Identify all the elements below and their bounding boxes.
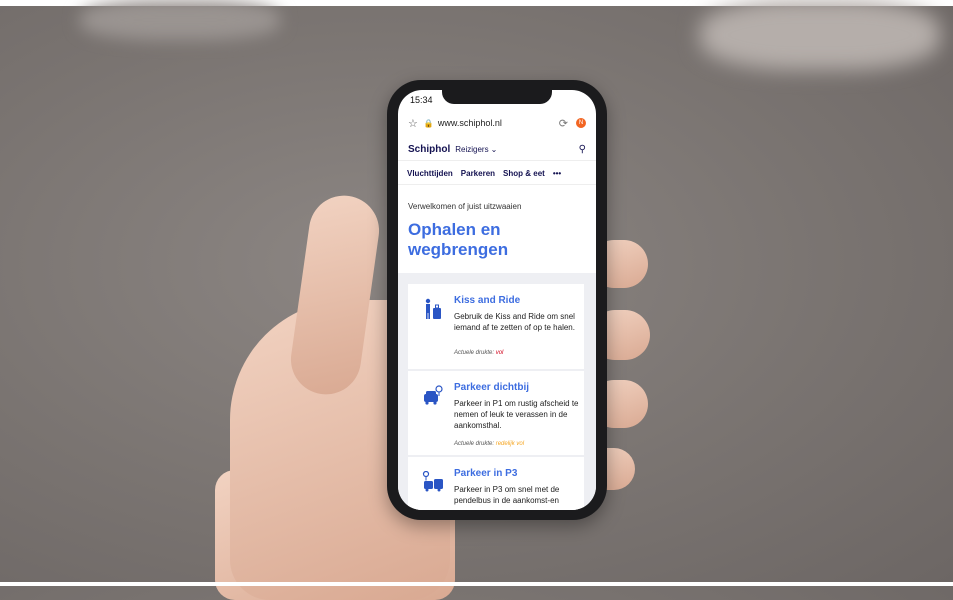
nav-item-vluchttijden[interactable]: Vluchttijden — [407, 169, 453, 178]
nav-more-icon[interactable]: ••• — [553, 169, 561, 178]
reload-icon[interactable]: ⟳ — [559, 117, 568, 130]
phone-notch — [442, 90, 552, 104]
nav-item-parkeren[interactable]: Parkeren — [461, 169, 495, 178]
status-time: 15:34 — [410, 95, 433, 105]
main-nav: Vluchttijden Parkeren Shop & eet ••• — [398, 162, 596, 185]
car-parking-icon — [424, 385, 443, 405]
nav-item-shop-eet[interactable]: Shop & eet — [503, 169, 545, 178]
page-title: Ophalen en wegbrengen — [408, 220, 509, 259]
phone-screen: 15:34 ☆ 🔒 www.schiphol.nl ⟳ N Schiphol R… — [398, 90, 596, 510]
crowd-status: Actuele drukte: redelijk vol — [454, 441, 524, 447]
notification-badge[interactable]: N — [576, 118, 586, 128]
browser-url-bar[interactable]: ☆ 🔒 www.schiphol.nl ⟳ N — [398, 110, 596, 136]
photo-border-bottom — [0, 582, 953, 586]
card-text: Gebruik de Kiss and Ride om snel iemand … — [454, 312, 575, 332]
bookmark-star-icon[interactable]: ☆ — [408, 117, 418, 130]
crowd-status: Actuele drukte: vol — [454, 350, 503, 356]
card-parkeer-dichtbij[interactable]: Parkeer dichtbij Parkeer in P1 om rustig… — [408, 371, 584, 455]
page-intro: Verwelkomen of juist uitzwaaien — [408, 202, 522, 211]
card-text: Parkeer in P1 om rustig afscheid te neme… — [454, 399, 579, 430]
site-header: Schiphol Reizigers ⌄ ⚲ — [398, 138, 596, 161]
chevron-down-icon[interactable]: ⌄ — [491, 145, 498, 154]
url-text[interactable]: www.schiphol.nl — [438, 118, 502, 128]
card-title[interactable]: Parkeer dichtbij — [454, 382, 529, 393]
background-blur — [80, 0, 280, 40]
shuttle-bus-icon — [422, 471, 443, 492]
crowd-value: vol — [495, 350, 504, 356]
card-title[interactable]: Parkeer in P3 — [454, 468, 517, 479]
audience-select[interactable]: Reizigers — [455, 145, 488, 154]
kiss-ride-icon — [425, 298, 441, 319]
background-blur — [700, 0, 940, 70]
crowd-label: Actuele drukte: — [454, 441, 495, 447]
crowd-label: Actuele drukte: — [454, 350, 495, 356]
card-text: Parkeer in P3 om snel met de pendelbus i… — [454, 485, 560, 505]
schiphol-logo[interactable]: Schiphol — [408, 144, 450, 155]
card-kiss-and-ride[interactable]: Kiss and Ride Gebruik de Kiss and Ride o… — [408, 284, 584, 369]
card-title[interactable]: Kiss and Ride — [454, 295, 520, 306]
card-parkeer-p3[interactable]: Parkeer in P3 Parkeer in P3 om snel met … — [408, 457, 584, 510]
search-icon[interactable]: ⚲ — [579, 144, 586, 155]
crowd-value: redelijk vol — [495, 441, 525, 447]
lock-icon: 🔒 — [423, 118, 434, 128]
